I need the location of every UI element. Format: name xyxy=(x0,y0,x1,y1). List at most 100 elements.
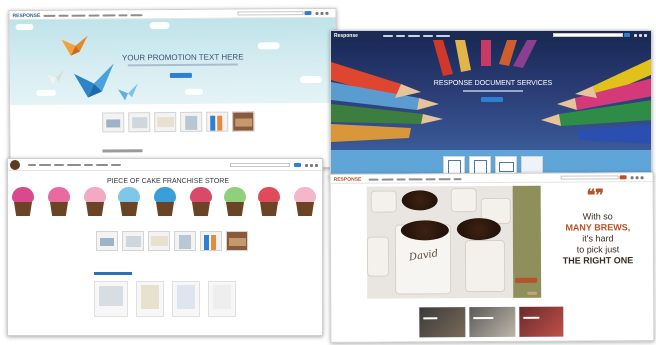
nav-links[interactable] xyxy=(43,14,143,17)
category-thumbnail xyxy=(232,111,255,132)
category-thumbnail xyxy=(102,112,125,133)
promo-line: THE RIGHT ONE xyxy=(562,255,634,266)
featured-products-heading xyxy=(102,149,143,153)
category-thumbnail xyxy=(226,231,248,251)
cloud-icon xyxy=(299,75,322,84)
origami-bird-white-icon xyxy=(47,69,64,85)
category-thumbnail xyxy=(200,231,222,251)
cupcake-icon xyxy=(222,187,248,217)
category-thumbnail xyxy=(180,111,203,132)
top-nav: RESPONSE xyxy=(330,173,653,184)
quote-mark-icon: ❝❞ xyxy=(586,185,604,205)
category-thumbnail xyxy=(174,231,196,251)
cupcake-icon xyxy=(256,187,282,217)
product-card[interactable] xyxy=(172,281,200,317)
category-tile[interactable] xyxy=(200,231,222,256)
cupcake-icon xyxy=(188,187,214,217)
category-tile[interactable] xyxy=(174,231,196,256)
search-button[interactable] xyxy=(304,11,312,16)
search-input[interactable] xyxy=(237,11,304,16)
top-nav xyxy=(8,159,322,171)
cupcake-icon xyxy=(116,187,142,217)
coffee-surface xyxy=(456,217,501,241)
document-services-screenshot: Response RESPONSE DOCUMENT SERVICES xyxy=(330,30,652,180)
search-input[interactable] xyxy=(560,175,619,180)
hero-title: YOUR PROMOTION TEXT HERE xyxy=(121,52,244,63)
category-tile[interactable] xyxy=(96,231,118,256)
origami-bird-orange-icon xyxy=(61,35,88,56)
origami-bird-blue-icon xyxy=(118,83,138,101)
category-tile[interactable] xyxy=(419,307,466,338)
hero-image: David xyxy=(366,185,514,299)
featured-products-heading xyxy=(94,272,132,275)
category-tile[interactable] xyxy=(226,231,248,256)
nav-links[interactable] xyxy=(28,164,121,166)
category-thumbnail xyxy=(206,111,229,132)
shop-now-button[interactable] xyxy=(515,277,538,283)
colored-pencils-icon xyxy=(331,40,651,144)
search-button[interactable] xyxy=(619,175,627,180)
category-tile[interactable] xyxy=(128,112,151,137)
search-button[interactable] xyxy=(624,33,630,37)
cupcake-icon xyxy=(10,187,36,217)
promo-line: to pick just xyxy=(576,244,620,255)
logo[interactable]: RESPONSE xyxy=(334,177,362,183)
learn-more-button[interactable] xyxy=(481,97,503,102)
category-tile[interactable] xyxy=(148,231,170,256)
cloud-icon xyxy=(149,22,170,30)
coffee-surface xyxy=(401,190,438,211)
origami-bird-blue-icon xyxy=(73,63,114,98)
nav-links[interactable] xyxy=(368,178,462,181)
account-icons[interactable] xyxy=(630,176,644,180)
logo[interactable]: Response xyxy=(334,33,358,39)
category-tile[interactable] xyxy=(122,231,144,256)
account-icons[interactable] xyxy=(315,11,329,16)
account-icons[interactable] xyxy=(305,164,318,167)
category-thumbnail xyxy=(122,231,144,251)
hero-banner: YOUR PROMOTION TEXT HERE xyxy=(9,17,337,106)
logo[interactable]: RESPONSE xyxy=(12,13,40,19)
promo-text: With so MANY BREWS, it's hard to pick ju… xyxy=(545,211,651,267)
screenshot-collage: RESPONSE YOUR PROMOTION TEXT HERE Respon… xyxy=(0,0,656,345)
top-nav: Response xyxy=(331,31,651,40)
category-tile[interactable] xyxy=(469,306,516,338)
product-card[interactable] xyxy=(94,281,128,317)
category-thumbnail xyxy=(154,111,177,133)
category-thumbnail xyxy=(128,112,151,133)
account-icons[interactable] xyxy=(634,34,647,37)
nav-links[interactable] xyxy=(383,35,450,37)
product-card[interactable] xyxy=(208,281,236,317)
cloud-icon xyxy=(257,42,280,50)
franchise-store-screenshot: PIECE OF CAKE FRANCHISE STORE xyxy=(7,158,323,336)
cloud-icon xyxy=(36,89,57,96)
hero-title: RESPONSE DOCUMENT SERVICES xyxy=(433,80,553,87)
category-tile[interactable] xyxy=(102,112,125,137)
dots xyxy=(527,291,538,295)
promo-line: MANY BREWS, xyxy=(565,222,631,233)
search-input[interactable] xyxy=(553,33,623,37)
storefront-promo-screenshot: RESPONSE YOUR PROMOTION TEXT HERE xyxy=(8,7,338,171)
category-tile[interactable] xyxy=(206,111,229,137)
product-card[interactable] xyxy=(136,281,164,317)
cupcake-icon xyxy=(292,187,318,217)
hero-subtitle xyxy=(127,63,238,67)
shop-now-button[interactable] xyxy=(169,72,192,79)
promo-line: With so xyxy=(582,211,613,222)
category-tile[interactable] xyxy=(232,111,255,136)
category-tile[interactable] xyxy=(154,111,177,137)
promo-line: it's hard xyxy=(582,233,614,244)
coffee-cup-icon xyxy=(370,190,397,213)
category-tile[interactable] xyxy=(519,306,564,337)
search-input[interactable] xyxy=(230,163,290,167)
hero-subtitle xyxy=(463,90,523,92)
search-button[interactable] xyxy=(294,163,301,167)
coffee-cup-icon xyxy=(464,239,506,293)
category-tile[interactable] xyxy=(180,111,203,137)
category-thumbnail xyxy=(148,231,170,251)
category-thumbnail xyxy=(96,231,118,251)
cloud-icon xyxy=(184,88,204,95)
cloud-icon xyxy=(15,23,34,31)
coffee-promo-screenshot: RESPONSE David ❝❞ With so MANY BREWS, it… xyxy=(329,172,655,343)
cupcake-icon xyxy=(46,187,72,217)
logo[interactable] xyxy=(10,160,20,170)
